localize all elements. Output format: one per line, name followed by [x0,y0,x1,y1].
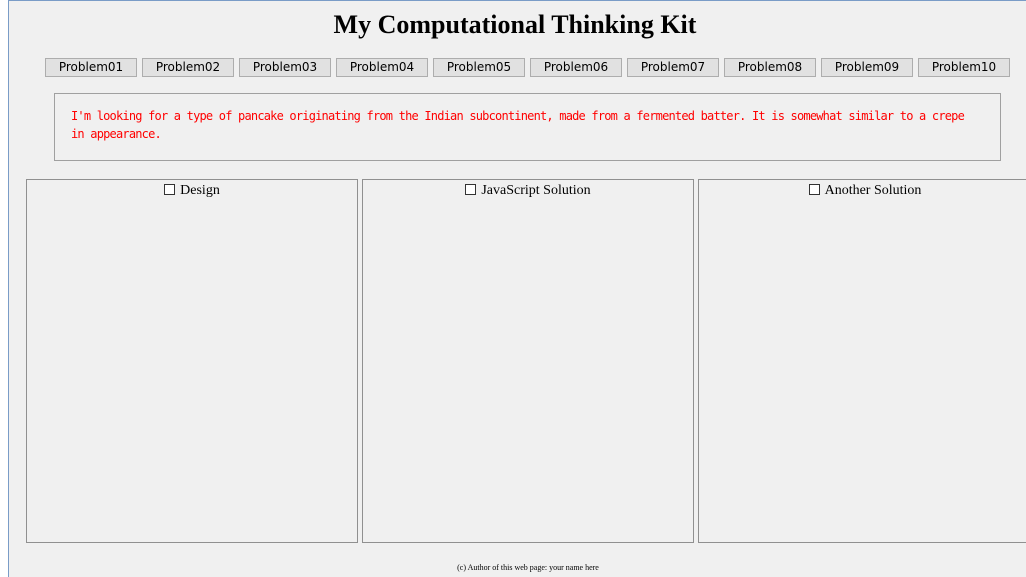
javascript-checkbox[interactable] [465,184,477,195]
design-checkbox[interactable] [164,184,176,195]
problem-button-04[interactable]: Problem04 [336,58,428,77]
problem-button-05[interactable]: Problem05 [433,58,525,77]
another-solution-panel[interactable]: Another Solution [698,179,1026,543]
another-checkbox[interactable] [808,184,820,195]
javascript-solution-panel[interactable]: JavaScript Solution [362,179,694,543]
problem-button-02[interactable]: Problem02 [142,58,234,77]
problem-button-09[interactable]: Problem09 [821,58,913,77]
problem-button-08[interactable]: Problem08 [724,58,816,77]
problem-button-07[interactable]: Problem07 [627,58,719,77]
design-panel-header: Design [27,182,357,200]
problem-button-10[interactable]: Problem10 [918,58,1010,77]
problem-button-01[interactable]: Problem01 [45,58,137,77]
javascript-panel-header: JavaScript Solution [363,182,693,200]
design-panel[interactable]: Design [26,179,358,543]
problem-button-03[interactable]: Problem03 [239,58,331,77]
javascript-panel-label: JavaScript Solution [481,183,591,198]
design-panel-label: Design [180,183,220,198]
problem-button-06[interactable]: Problem06 [530,58,622,77]
problem-description-text: I'm looking for a type of pancake origin… [71,109,965,141]
page-title: My Computational Thinking Kit [333,10,697,39]
problem-description-box: I'm looking for a type of pancake origin… [54,93,1001,161]
footer-credit: (c) Author of this web page: your name h… [457,563,599,572]
another-panel-header: Another Solution [699,182,1026,200]
another-panel-label: Another Solution [824,183,922,198]
